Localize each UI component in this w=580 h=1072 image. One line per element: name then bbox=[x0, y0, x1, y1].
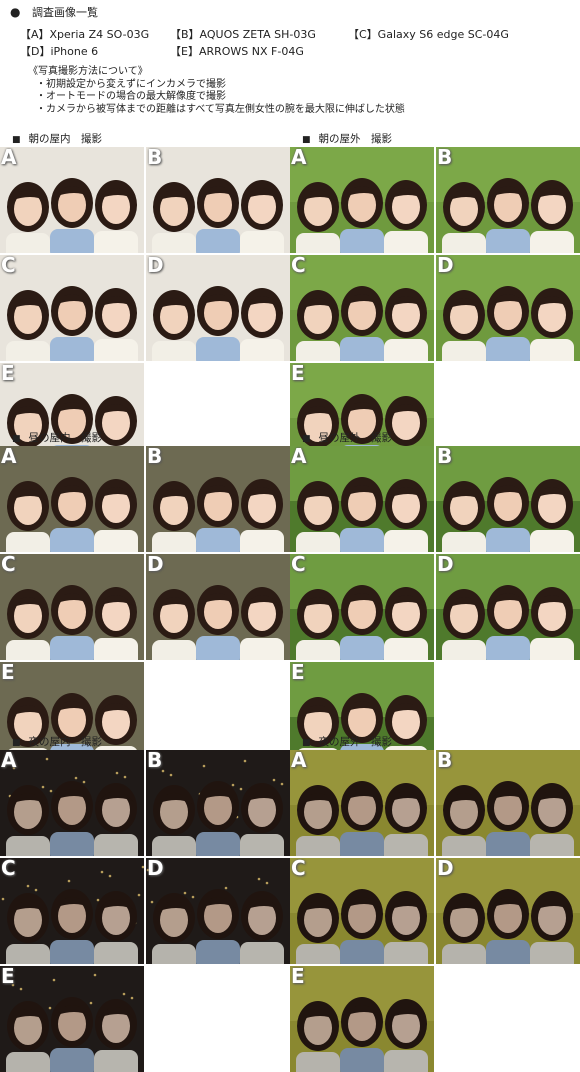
sample-photo: E bbox=[290, 966, 434, 1072]
section-title: ■ 朝の屋内 撮影 bbox=[12, 131, 102, 146]
section-title-text: 朝の屋内 撮影 bbox=[28, 133, 103, 145]
sample-photo: A bbox=[0, 446, 144, 552]
device-a: 【A】Xperia Z4 SO-03G bbox=[20, 28, 150, 41]
device-letter-label: D bbox=[437, 858, 454, 880]
section-title-text: 昼の屋外 撮影 bbox=[318, 432, 393, 444]
sample-photo: C bbox=[290, 554, 434, 660]
sample-photo: C bbox=[290, 858, 434, 964]
device-c: 【C】Galaxy S6 edge SC-04G bbox=[348, 28, 509, 41]
sample-photo: C bbox=[0, 255, 144, 361]
section-title-text: 夜の屋外 撮影 bbox=[318, 736, 393, 748]
device-letter-label: D bbox=[147, 554, 164, 576]
device-e: 【E】ARROWS NX F-04G bbox=[170, 45, 304, 58]
device-letter-label: A bbox=[1, 750, 17, 772]
device-d: 【D】iPhone 6 bbox=[20, 45, 99, 58]
device-letter-label: E bbox=[291, 363, 305, 385]
section-title: ■ 夜の屋内 撮影 bbox=[12, 734, 102, 749]
device-letter-label: B bbox=[437, 446, 453, 468]
sample-photo: D bbox=[146, 554, 290, 660]
device-letter-label: E bbox=[1, 662, 15, 684]
sample-photo: A bbox=[290, 750, 434, 856]
device-letter-label: A bbox=[1, 147, 17, 169]
section-title-text: 昼の屋内 撮影 bbox=[28, 432, 103, 444]
sample-photo: A bbox=[290, 446, 434, 552]
sample-photo: D bbox=[436, 554, 580, 660]
sample-photo: B bbox=[436, 750, 580, 856]
device-b: 【B】AQUOS ZETA SH-03G bbox=[170, 28, 316, 41]
sample-photo: B bbox=[436, 446, 580, 552]
device-letter-label: D bbox=[437, 554, 454, 576]
device-letter-label: B bbox=[147, 147, 163, 169]
sample-photo: C bbox=[290, 255, 434, 361]
photo-method-notes: 《写真撮影方法について》 ・初期設定から変えずにインカメラで撮影 ・オートモード… bbox=[28, 66, 405, 116]
section-marker-icon: ■ bbox=[12, 738, 21, 748]
section-title: ■ 昼の屋外 撮影 bbox=[302, 430, 392, 445]
section-marker-icon: ■ bbox=[12, 135, 21, 145]
device-letter-label: A bbox=[291, 446, 307, 468]
sample-photo: A bbox=[0, 147, 144, 253]
sample-photo: C bbox=[0, 858, 144, 964]
device-letter-label: B bbox=[147, 446, 163, 468]
device-letter-label: B bbox=[437, 750, 453, 772]
section-title-text: 朝の屋外 撮影 bbox=[318, 133, 393, 145]
bullet-icon: ● bbox=[10, 5, 21, 19]
device-letter-label: C bbox=[1, 554, 16, 576]
section-marker-icon: ■ bbox=[302, 434, 311, 444]
note-item: ・カメラから被写体までの距離はすべて写真左側女性の腕を最大限に伸ばした状態 bbox=[36, 103, 405, 115]
device-letter-label: E bbox=[1, 966, 15, 988]
device-letter-label: A bbox=[291, 750, 307, 772]
device-letter-label: D bbox=[437, 255, 454, 277]
sample-photo: B bbox=[146, 446, 290, 552]
page-header: ● 調査画像一覧 bbox=[10, 4, 98, 20]
device-letter-label: C bbox=[291, 554, 306, 576]
section-marker-icon: ■ bbox=[302, 738, 311, 748]
sample-photo: A bbox=[0, 750, 144, 856]
notes-heading: 《写真撮影方法について》 bbox=[28, 66, 148, 77]
section-title-text: 夜の屋内 撮影 bbox=[28, 736, 103, 748]
sample-photo: B bbox=[146, 147, 290, 253]
sample-photo: D bbox=[436, 255, 580, 361]
device-letter-label: D bbox=[147, 255, 164, 277]
device-letter-label: C bbox=[1, 858, 16, 880]
device-letter-label: E bbox=[291, 966, 305, 988]
device-letter-label: B bbox=[437, 147, 453, 169]
device-letter-label: A bbox=[291, 147, 307, 169]
page-title: 調査画像一覧 bbox=[31, 6, 98, 19]
device-letter-label: D bbox=[147, 858, 164, 880]
section-title: ■ 昼の屋内 撮影 bbox=[12, 430, 102, 445]
note-item: ・初期設定から変えずにインカメラで撮影 bbox=[36, 78, 226, 90]
sample-photo: B bbox=[146, 750, 290, 856]
device-letter-label: C bbox=[291, 255, 306, 277]
device-letter-label: A bbox=[1, 446, 17, 468]
section-marker-icon: ■ bbox=[302, 135, 311, 145]
device-letter-label: C bbox=[1, 255, 16, 277]
sample-photo: D bbox=[146, 858, 290, 964]
sample-photo: D bbox=[436, 858, 580, 964]
sample-photo: D bbox=[146, 255, 290, 361]
device-letter-label: E bbox=[291, 662, 305, 684]
sample-photo: B bbox=[436, 147, 580, 253]
section-title: ■ 夜の屋外 撮影 bbox=[302, 734, 392, 749]
sample-photo: E bbox=[0, 966, 144, 1072]
note-item: ・オートモードの場合の最大解像度で撮影 bbox=[36, 91, 226, 102]
device-letter-label: E bbox=[1, 363, 15, 385]
device-letter-label: C bbox=[291, 858, 306, 880]
section-title: ■ 朝の屋外 撮影 bbox=[302, 131, 392, 146]
sample-photo: C bbox=[0, 554, 144, 660]
sample-photo: A bbox=[290, 147, 434, 253]
device-letter-label: B bbox=[147, 750, 163, 772]
section-marker-icon: ■ bbox=[12, 434, 21, 444]
